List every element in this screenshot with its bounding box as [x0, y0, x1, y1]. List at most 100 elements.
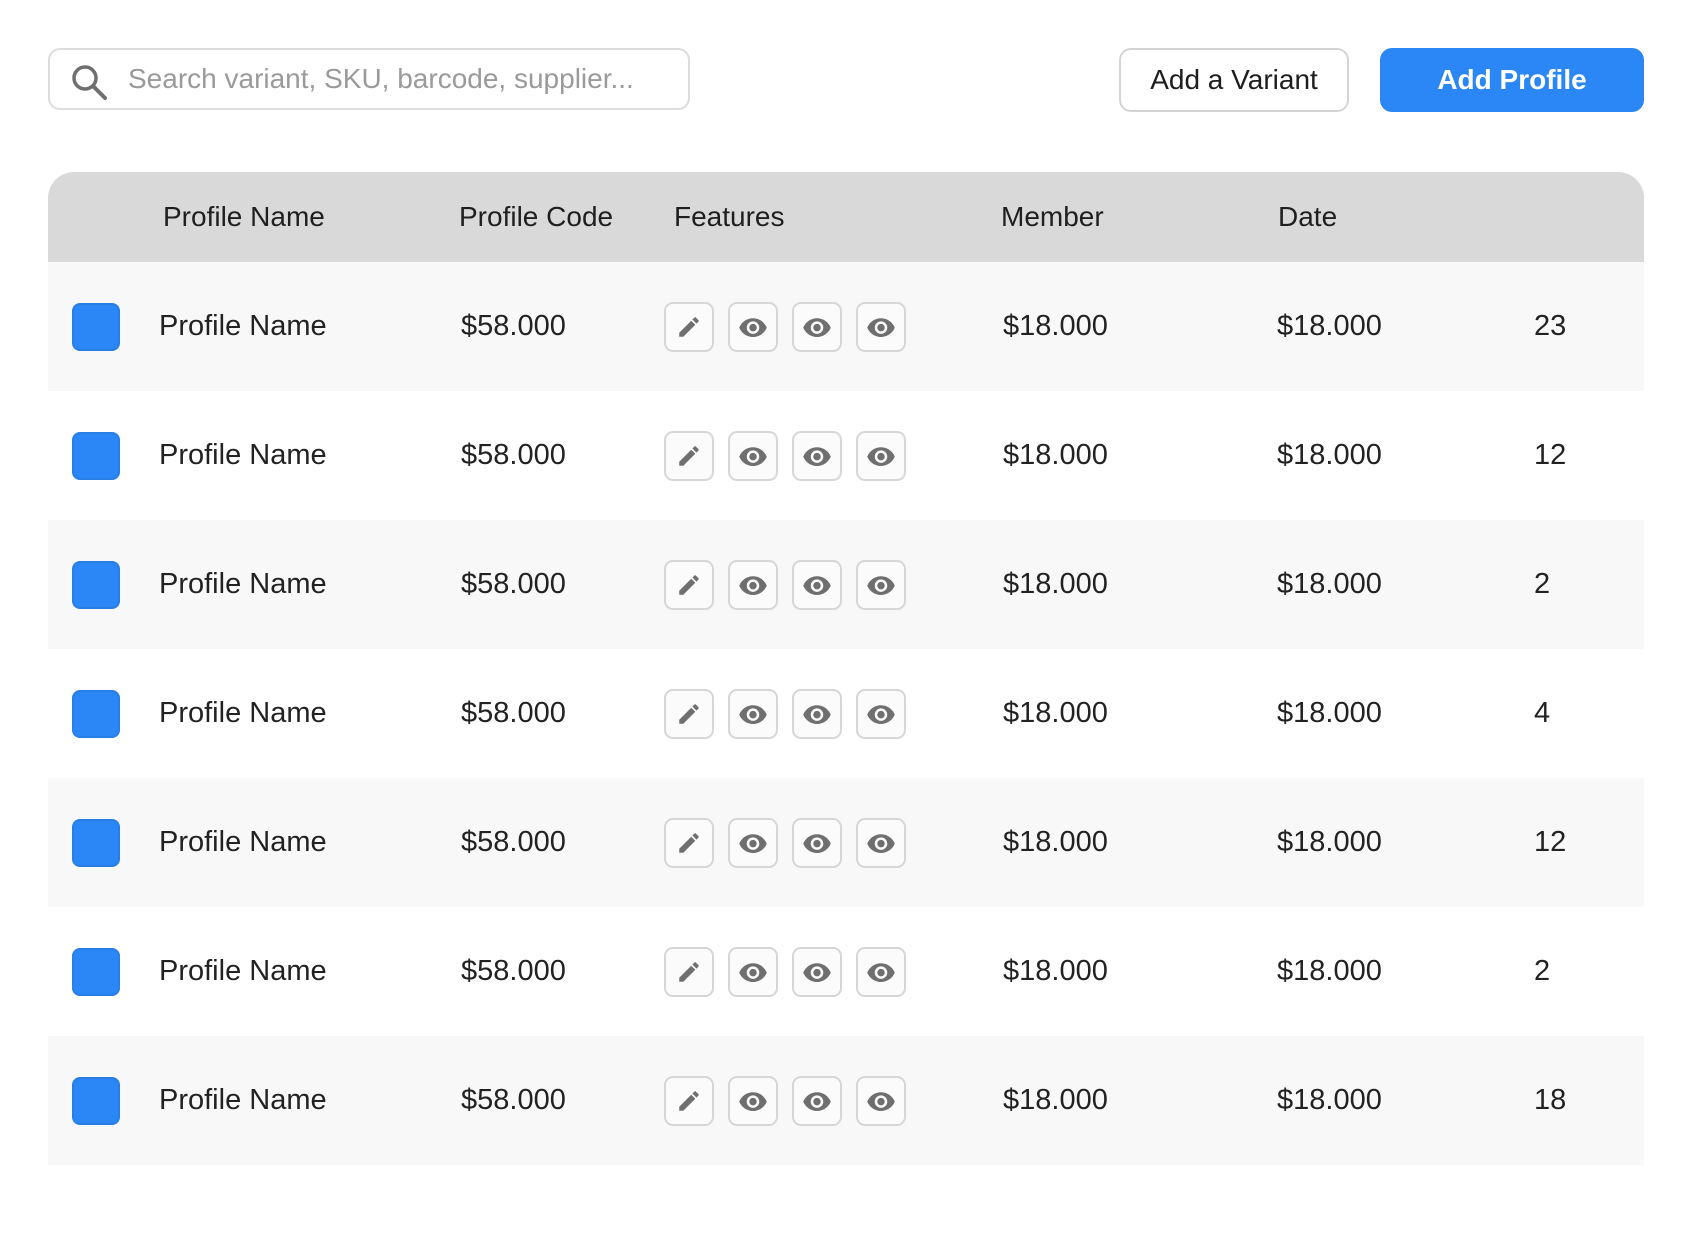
view-button[interactable]: [792, 1076, 842, 1126]
profile-name-cell: Profile Name: [159, 955, 327, 987]
eye-icon: [867, 963, 895, 982]
row-checkbox[interactable]: [72, 432, 120, 480]
table-row: Profile Name $58.000: [48, 907, 1644, 1036]
profile-code-cell: $58.000: [461, 310, 566, 342]
view-button[interactable]: [728, 302, 778, 352]
view-button[interactable]: [792, 689, 842, 739]
eye-icon: [739, 318, 767, 337]
feature-actions: [664, 302, 906, 352]
column-header-member[interactable]: Member: [1001, 172, 1104, 262]
column-header-date[interactable]: Date: [1278, 172, 1337, 262]
eye-icon: [739, 576, 767, 595]
edit-button[interactable]: [664, 560, 714, 610]
count-cell: 23: [1534, 310, 1567, 342]
feature-actions: [664, 818, 906, 868]
view-button[interactable]: [856, 689, 906, 739]
table-row: Profile Name $58.000: [48, 520, 1644, 649]
profile-code-cell: $58.000: [461, 697, 566, 729]
view-button[interactable]: [728, 818, 778, 868]
edit-button[interactable]: [664, 818, 714, 868]
profile-code-cell: $58.000: [461, 826, 566, 858]
member-cell: $18.000: [1003, 439, 1108, 471]
eye-icon: [803, 576, 831, 595]
add-variant-button[interactable]: Add a Variant: [1119, 48, 1349, 112]
view-button[interactable]: [792, 818, 842, 868]
view-button[interactable]: [792, 431, 842, 481]
profile-code-cell: $58.000: [461, 1084, 566, 1116]
profile-name-cell: Profile Name: [159, 439, 327, 471]
view-button[interactable]: [728, 1076, 778, 1126]
row-checkbox[interactable]: [72, 303, 120, 351]
column-header-features[interactable]: Features: [674, 172, 785, 262]
table-row: Profile Name $58.000: [48, 778, 1644, 907]
view-button[interactable]: [856, 302, 906, 352]
profile-name-cell: Profile Name: [159, 568, 327, 600]
date-cell: $18.000: [1277, 310, 1382, 342]
row-checkbox[interactable]: [72, 690, 120, 738]
eye-icon: [803, 705, 831, 724]
date-cell: $18.000: [1277, 955, 1382, 987]
view-button[interactable]: [728, 689, 778, 739]
view-button[interactable]: [792, 302, 842, 352]
add-profile-button[interactable]: Add Profile: [1380, 48, 1644, 112]
row-checkbox[interactable]: [72, 1077, 120, 1125]
edit-button[interactable]: [664, 689, 714, 739]
member-cell: $18.000: [1003, 955, 1108, 987]
pencil-icon: [679, 446, 699, 466]
table-row: Profile Name $58.000: [48, 391, 1644, 520]
eye-icon: [867, 447, 895, 466]
view-button[interactable]: [728, 947, 778, 997]
toolbar: Add a Variant Add Profile: [48, 48, 1644, 112]
search-input[interactable]: [128, 56, 668, 102]
pencil-icon: [679, 704, 699, 724]
date-cell: $18.000: [1277, 826, 1382, 858]
profile-code-cell: $58.000: [461, 568, 566, 600]
pencil-icon: [679, 317, 699, 337]
profile-name-cell: Profile Name: [159, 697, 327, 729]
view-button[interactable]: [856, 560, 906, 610]
view-button[interactable]: [728, 431, 778, 481]
column-header-profile-name[interactable]: Profile Name: [163, 172, 325, 262]
eye-icon: [867, 318, 895, 337]
view-button[interactable]: [792, 947, 842, 997]
profile-name-cell: Profile Name: [159, 826, 327, 858]
row-checkbox[interactable]: [72, 819, 120, 867]
feature-actions: [664, 689, 906, 739]
row-checkbox[interactable]: [72, 561, 120, 609]
view-button[interactable]: [856, 818, 906, 868]
edit-button[interactable]: [664, 431, 714, 481]
search-icon: [72, 65, 107, 100]
pencil-icon: [679, 1091, 699, 1111]
column-header-profile-code[interactable]: Profile Code: [459, 172, 613, 262]
edit-button[interactable]: [664, 947, 714, 997]
member-cell: $18.000: [1003, 310, 1108, 342]
search-box[interactable]: [48, 48, 690, 110]
eye-icon: [867, 705, 895, 724]
profiles-table: Profile Name Profile Code Features Membe…: [48, 172, 1644, 1165]
eye-icon: [739, 1092, 767, 1111]
count-cell: 4: [1534, 697, 1551, 729]
table-row: Profile Name $58.000: [48, 1036, 1644, 1165]
pencil-icon: [679, 833, 699, 853]
eye-icon: [867, 576, 895, 595]
feature-actions: [664, 1076, 906, 1126]
edit-button[interactable]: [664, 1076, 714, 1126]
view-button[interactable]: [728, 560, 778, 610]
edit-button[interactable]: [664, 302, 714, 352]
view-button[interactable]: [792, 560, 842, 610]
view-button[interactable]: [856, 947, 906, 997]
eye-icon: [803, 447, 831, 466]
eye-icon: [739, 963, 767, 982]
count-cell: 12: [1534, 439, 1567, 471]
table-row: Profile Name $58.000: [48, 262, 1644, 391]
count-cell: 12: [1534, 826, 1567, 858]
eye-icon: [803, 963, 831, 982]
date-cell: $18.000: [1277, 439, 1382, 471]
count-cell: 2: [1534, 955, 1551, 987]
row-checkbox[interactable]: [72, 948, 120, 996]
view-button[interactable]: [856, 1076, 906, 1126]
pencil-icon: [679, 575, 699, 595]
eye-icon: [803, 318, 831, 337]
eye-icon: [867, 834, 895, 853]
view-button[interactable]: [856, 431, 906, 481]
